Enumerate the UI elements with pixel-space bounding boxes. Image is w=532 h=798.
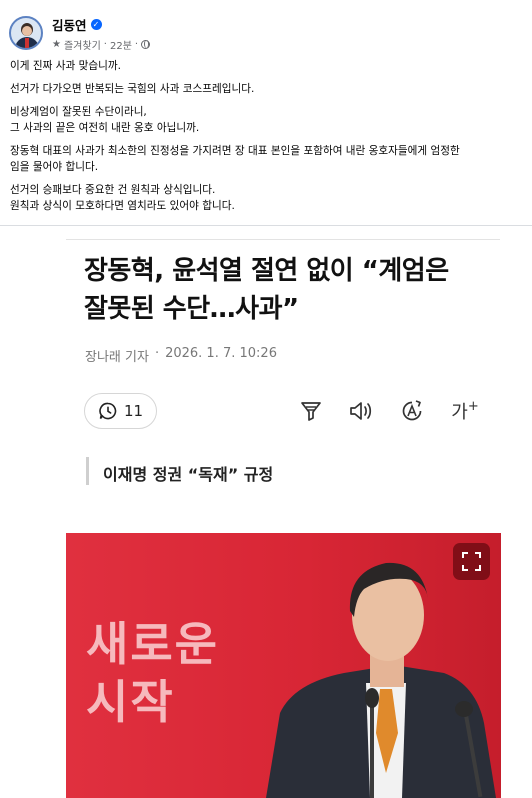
post-header: 김동연 ✓ ★ 즐겨찾기 · 22분 ·	[9, 13, 151, 53]
globe-icon	[141, 39, 151, 49]
expand-button[interactable]	[453, 543, 490, 580]
filter-icon[interactable]	[296, 397, 326, 425]
speaker-figure	[266, 562, 496, 798]
star-icon: ★	[52, 38, 61, 50]
meta-separator: ·	[103, 38, 107, 50]
article-date: 2026. 1. 7. 10:26	[165, 346, 277, 361]
comment-button[interactable]: 11	[84, 393, 157, 429]
author-avatar[interactable]	[9, 16, 43, 50]
post-line: 선거의 승패보다 중요한 건 원칙과 상식입니다.	[10, 184, 216, 196]
comment-count: 11	[123, 402, 144, 420]
author-info: 김동연 ✓ ★ 즐겨찾기 · 22분 ·	[52, 15, 151, 52]
article-headline: 장동혁, 윤석열 절연 없이 “계엄은 잘못된 수단…사과”	[84, 252, 504, 328]
comment-icon	[99, 402, 117, 420]
translate-icon[interactable]	[397, 397, 427, 425]
headline-line-2: 잘못된 수단…사과”	[84, 294, 299, 324]
favorites-label: 즐겨찾기	[63, 40, 101, 52]
shared-article-screenshot[interactable]: 장동혁, 윤석열 절연 없이 “계엄은 잘못된 수단…사과” 장나래 기자 · …	[0, 226, 532, 798]
text-size-icon[interactable]: 가 +	[447, 397, 483, 425]
author-name[interactable]: 김동연	[52, 15, 87, 34]
post-line: 그 사과의 끝은 여전히 내란 옹호 아닙니까.	[10, 122, 200, 134]
post-line: 임을 물어야 합니다.	[10, 161, 99, 173]
article-toolbar: 11 가 +	[84, 393, 484, 431]
verified-badge-icon: ✓	[90, 18, 102, 30]
post-meta: ★ 즐겨찾기 · 22분 ·	[52, 37, 151, 52]
article-photo[interactable]: 새로운 시작	[66, 533, 501, 798]
plus-icon: +	[467, 398, 479, 414]
meta-separator-2: ·	[134, 38, 139, 50]
subheading-bar	[86, 457, 89, 485]
headline-line-1: 장동혁, 윤석열 절연 없이 “계엄은	[84, 256, 449, 286]
byline-dot: ·	[154, 346, 160, 361]
avatar-face	[22, 26, 32, 36]
expand-icon	[462, 552, 481, 571]
divider	[66, 239, 500, 240]
article-subheading: 이재명 정권 “독재” 규정	[103, 465, 274, 484]
post-line: 비상계엄이 잘못된 수단이라니,	[10, 106, 147, 118]
post-line: 장동혁 대표의 사과가 최소한의 진정성을 가지려면 장 대표 본인을 포함하여…	[10, 145, 460, 157]
reporter-name: 장나래 기자	[85, 350, 149, 365]
post-line: 이게 진짜 사과 맞습니까.	[10, 60, 121, 72]
avatar-tie	[25, 38, 29, 48]
author-row: 김동연 ✓	[52, 15, 150, 34]
post-line: 원칙과 상식이 모호하다면 염치라도 있어야 합니다.	[10, 200, 235, 212]
post-body: 이게 진짜 사과 맞습니까. 선거가 다가오면 반복되는 국힘의 사과 코스프레…	[10, 58, 525, 214]
speaker-icon[interactable]	[346, 397, 376, 425]
text-size-label: 가	[451, 402, 468, 423]
article-byline: 장나래 기자 · 2026. 1. 7. 10:26	[85, 346, 277, 365]
post-time[interactable]: 22분	[110, 37, 132, 52]
facebook-post-card: 김동연 ✓ ★ 즐겨찾기 · 22분 · 이게 진짜 사과 맞습니까. 선거가 …	[0, 0, 532, 226]
post-line: 선거가 다가오면 반복되는 국힘의 사과 코스프레입니다.	[10, 83, 255, 95]
